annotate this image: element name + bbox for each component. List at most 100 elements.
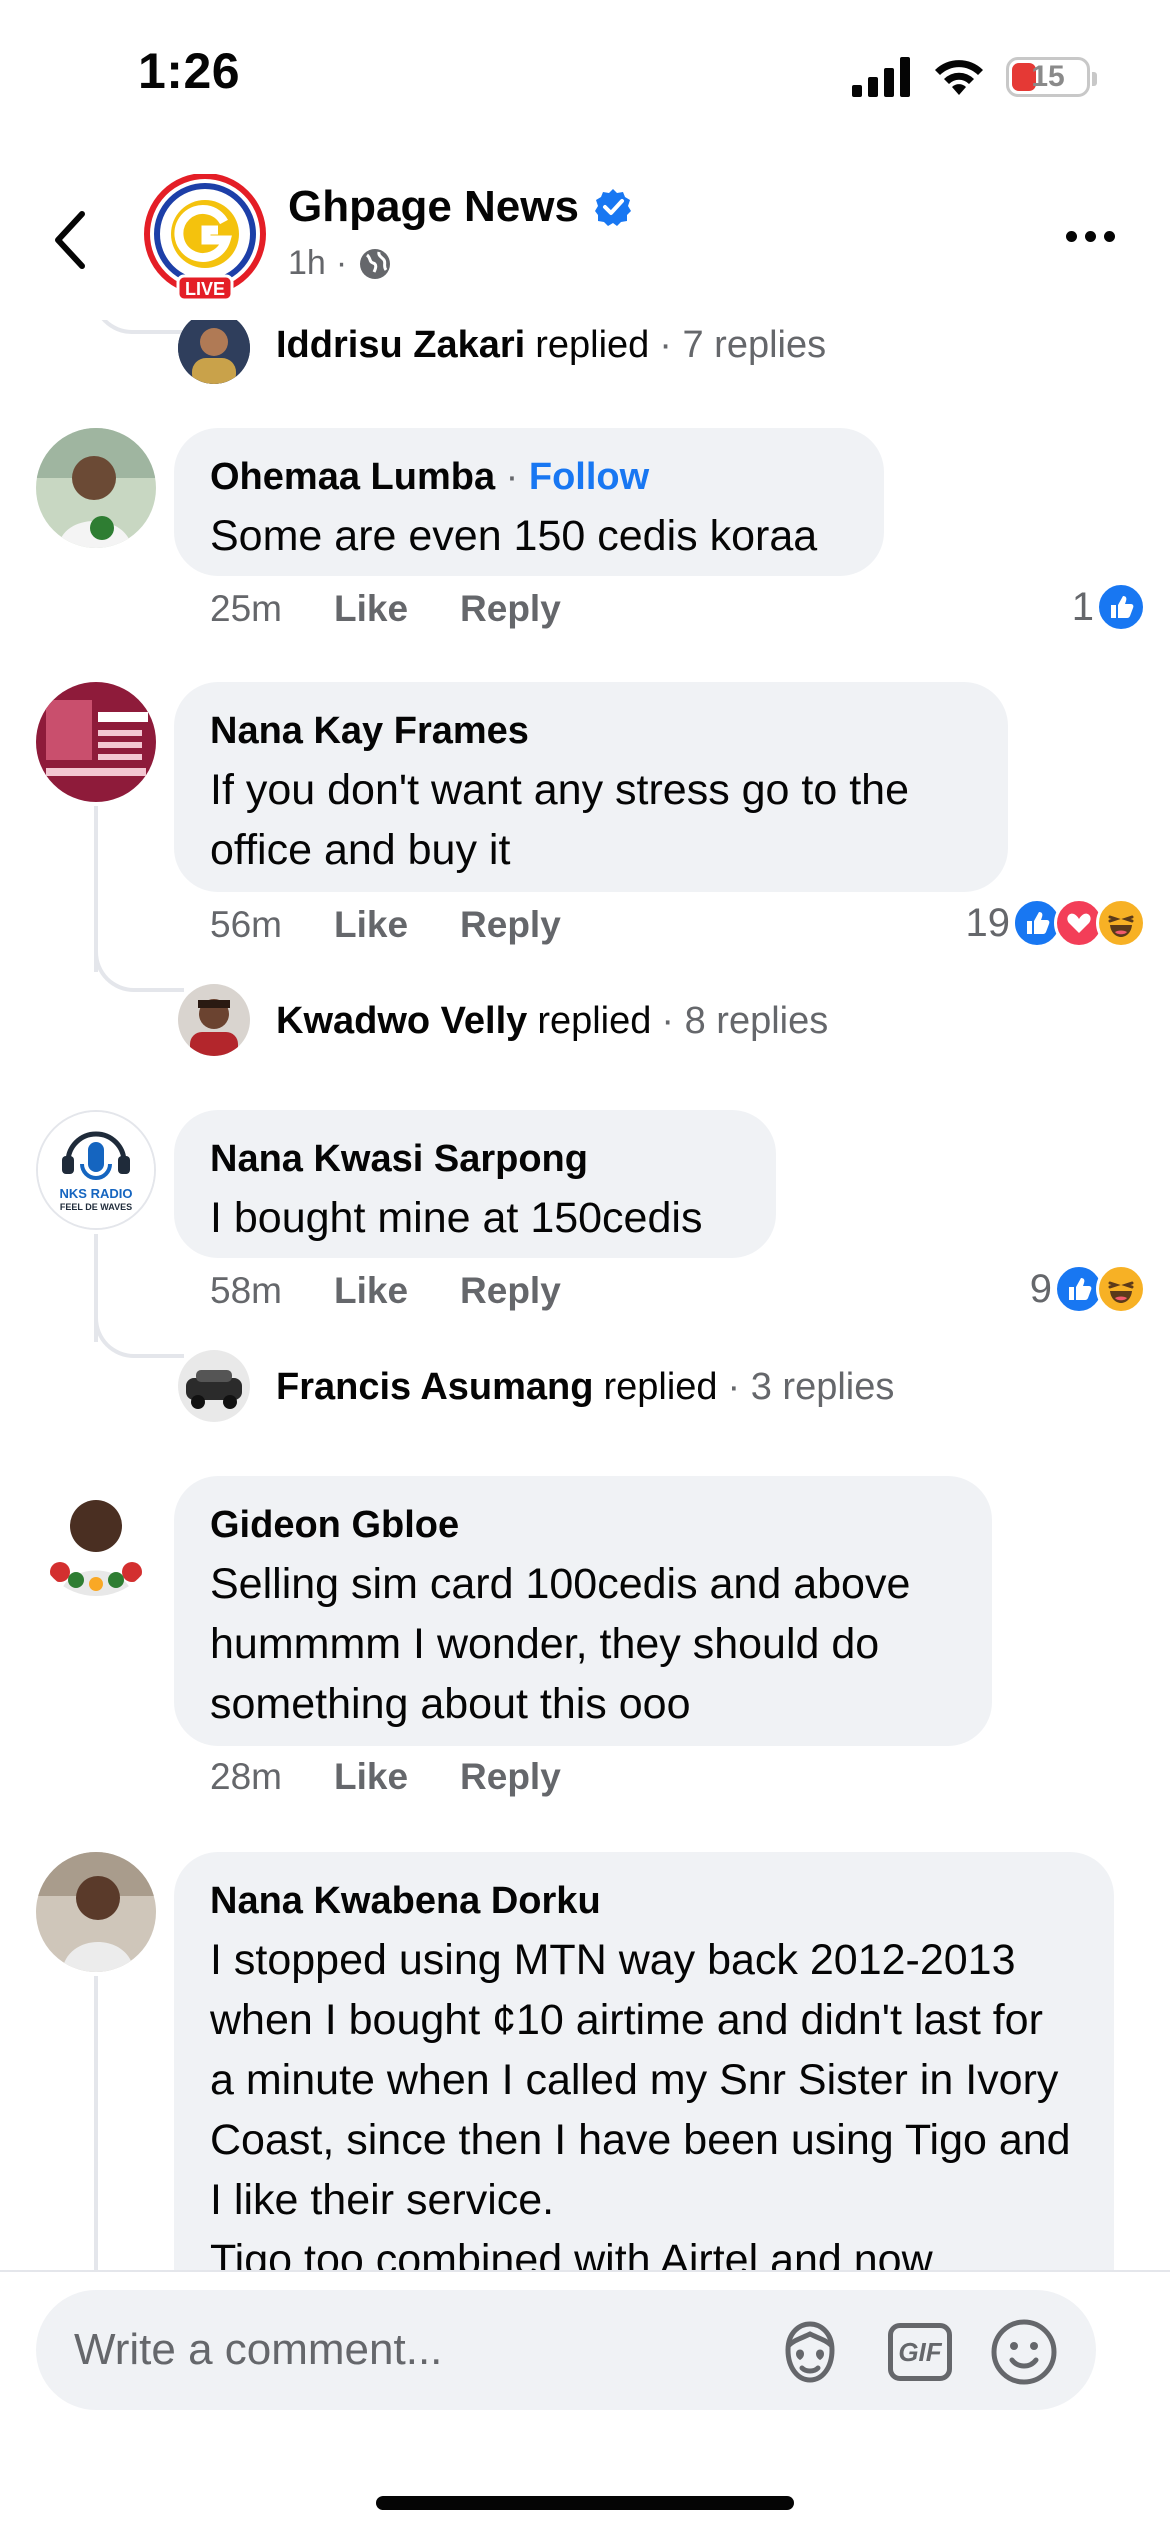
meta-separator: · [335,244,348,282]
reply-count: · 3 replies [727,1366,895,1408]
live-badge: LIVE [184,279,225,299]
comment-actions: 58m Like Reply [210,1270,561,1312]
replies-summary[interactable]: Kwadwo Velly replied · 8 replies [178,1000,828,1043]
page-name-row: Ghpage News [288,182,633,232]
post-time: 1h [288,244,326,282]
smiley-icon [991,2319,1057,2385]
reaction-summary[interactable]: 9 [1030,1264,1146,1314]
comment-composer: GIF [36,2290,1096,2410]
status-icons: 15 [852,52,1097,102]
comment-bubble: Nana Kwasi Sarpong I bought mine at 150c… [174,1110,776,1258]
reaction-summary[interactable]: 19 [965,898,1146,948]
back-button[interactable] [40,200,100,280]
comment-actions: 56m Like Reply [210,904,561,946]
replied-label: replied [537,1000,652,1042]
emoji-button[interactable] [988,2316,1060,2388]
follow-separator: · [495,456,529,498]
more-dot-icon [1065,230,1077,242]
more-dot-icon [1084,230,1096,242]
replier-name: Iddrisu Zakari [276,324,526,366]
comment-time: 56m [210,904,282,945]
thread-line [94,1976,98,2270]
avatar-sticker-button[interactable] [774,2316,846,2388]
reaction-summary[interactable]: 1 [1072,582,1146,632]
reply-button[interactable]: Reply [460,1756,561,1798]
wifi-icon [935,60,983,95]
comment-actions: 25m Like Reply [210,588,561,630]
replied-label: replied [535,324,650,366]
comment-text: Some are even 150 cedis koraa [210,512,818,560]
chevron-left-icon [55,211,85,269]
replies-summary[interactable]: Francis Asumang replied · 3 replies [178,1366,894,1409]
page-name[interactable]: Ghpage News [288,182,579,232]
post-meta: 1h · [288,244,393,283]
reply-count: · 7 replies [659,324,827,366]
replier-name: Francis Asumang [276,1366,594,1408]
replied-label: replied [603,1366,718,1408]
avatar-brand-text: NKS RADIO [59,1186,133,1201]
reply-button[interactable]: Reply [460,588,561,630]
follow-button[interactable]: Follow [529,456,649,498]
commenter-name[interactable]: Gideon Gbloe [210,1502,954,1548]
avatar[interactable] [36,428,156,548]
verified-badge-icon [594,189,631,226]
commenter-name[interactable]: Nana Kay Frames [210,708,970,754]
like-button[interactable]: Like [334,588,408,630]
cellular-signal-icon [852,57,910,97]
thread-connector [94,1298,184,1358]
comment-bubble: Ohemaa Lumba · Follow Some are even 150 … [174,428,884,576]
avatar-sticker-icon [785,2321,835,2383]
comment-input[interactable] [74,2320,774,2380]
comments-list: Iddrisu Zakari replied · 7 replies Ohema… [0,320,1170,2270]
gif-icon: GIF [888,2323,952,2381]
haha-icon [1096,898,1146,948]
comment-time: 25m [210,588,282,629]
reaction-count: 9 [1029,1266,1052,1311]
commenter-name[interactable]: Nana Kwasi Sarpong [210,1136,738,1182]
like-button[interactable]: Like [334,904,408,946]
battery-level-text: 15 [1031,60,1065,93]
commenter-name[interactable]: Ohemaa Lumba [210,456,495,498]
avatar[interactable] [36,682,156,802]
comment-bubble: Gideon Gbloe Selling sim card 100cedis a… [174,1476,992,1746]
like-icon [1096,582,1146,632]
reaction-count: 1 [1071,584,1094,629]
comment-text: Selling sim card 100cedis and above humm… [210,1560,911,1728]
comment-text: I bought mine at 150cedis [210,1194,703,1242]
post-header: LIVE Ghpage News 1h · [0,160,1170,320]
like-button[interactable]: Like [334,1756,408,1798]
globe-icon [360,248,391,279]
thread-connector [94,932,184,992]
page-avatar[interactable]: LIVE [140,173,270,304]
comment-composer-bar: GIF [0,2270,1170,2532]
reaction-count: 19 [965,900,1011,945]
more-options-button[interactable] [1050,216,1130,256]
avatar-brand-subtext: FEEL DE WAVES [59,1202,133,1212]
thread-connector [92,320,182,334]
replier-name: Kwadwo Velly [276,1000,528,1042]
comment-text: If you don't want any stress go to the o… [210,766,910,874]
avatar[interactable]: NKS RADIO FEEL DE WAVES [36,1110,156,1230]
battery-indicator: 15 [1006,57,1097,97]
commenter-name[interactable]: Nana Kwabena Dorku [210,1878,1076,1924]
home-indicator[interactable] [376,2496,794,2510]
gif-button[interactable]: GIF [884,2316,956,2388]
replies-summary[interactable]: Iddrisu Zakari replied · 7 replies [178,324,826,367]
avatar[interactable] [36,1852,156,1972]
reply-button[interactable]: Reply [460,1270,561,1312]
status-time: 1:26 [138,43,241,99]
comment-time: 58m [210,1270,282,1311]
comment-time: 28m [210,1756,282,1797]
status-bar: 1:26 15 [0,0,1170,150]
avatar[interactable] [36,1476,156,1596]
haha-icon [1096,1264,1146,1314]
gif-label: GIF [898,2336,942,2367]
comment-text: I stopped using MTN way back 2012-2013 w… [210,1936,1071,2270]
reply-count: · 8 replies [661,1000,829,1042]
comment-bubble: Nana Kwabena Dorku I stopped using MTN w… [174,1852,1114,2270]
comment-bubble: Nana Kay Frames If you don't want any st… [174,682,1008,892]
reply-button[interactable]: Reply [460,904,561,946]
more-dot-icon [1103,230,1115,242]
like-button[interactable]: Like [334,1270,408,1312]
comment-actions: 28m Like Reply [210,1756,561,1798]
